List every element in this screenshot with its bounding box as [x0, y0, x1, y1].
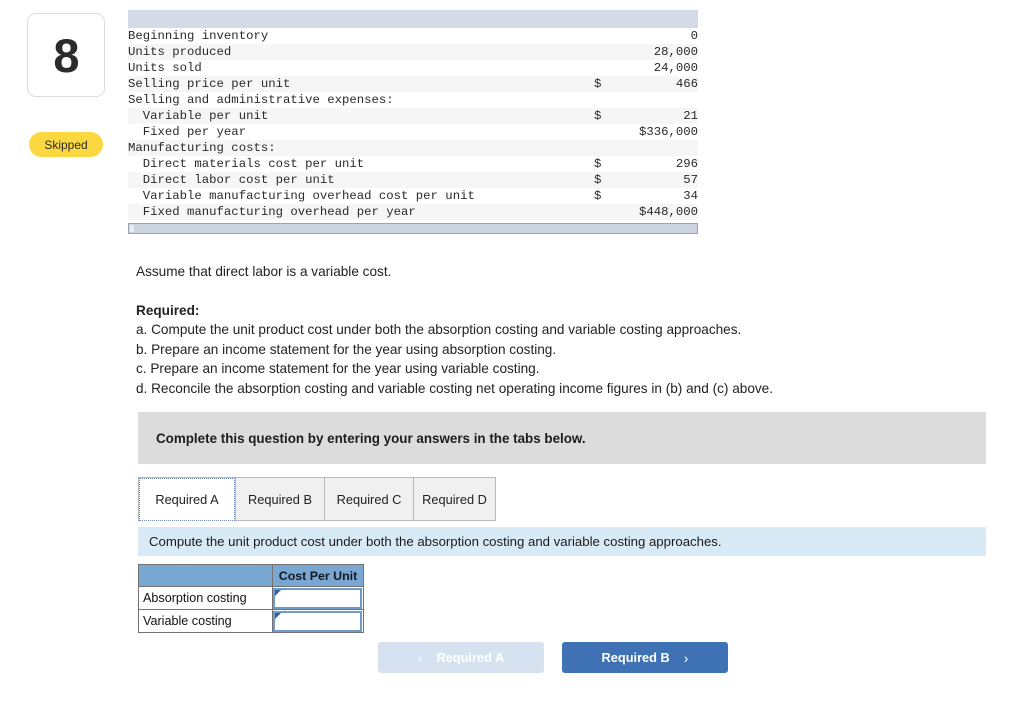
instruction-banner-text: Complete this question by entering your … [156, 430, 586, 446]
problem-prose: Assume that direct labor is a variable c… [136, 262, 936, 398]
data-row-value: $336,000 [638, 125, 698, 139]
tab-instruction-text: Compute the unit product cost under both… [149, 534, 722, 549]
requirement-tabs: Required A Required B Required C Required D [138, 477, 986, 522]
answer-table: Cost Per Unit Absorption costing Variable… [138, 564, 364, 633]
data-row-label: Fixed per year [128, 125, 247, 139]
data-row-label: Fixed manufacturing overhead per year [128, 205, 416, 219]
problem-data-table: Beginning inventory 0 Units produced 28,000… [128, 28, 698, 220]
data-row-label: Direct labor cost per unit [128, 173, 335, 187]
data-row-currency: $ [594, 157, 602, 171]
data-row-currency: $ [594, 173, 602, 187]
tab-label: Required C [336, 491, 402, 507]
data-row-value: 28,000 [653, 45, 698, 59]
tab-label: Required B [247, 491, 313, 507]
data-row-value: 57 [683, 173, 698, 187]
chevron-right-icon: › [683, 649, 689, 666]
data-row-value [632, 92, 698, 108]
answer-table-row: Variable costing [138, 609, 364, 633]
question-number: 8 [53, 28, 79, 82]
required-item-b: b. Prepare an income statement for the y… [136, 341, 557, 357]
tab-required-c[interactable]: Required C [324, 477, 414, 521]
data-row-value: 466 [675, 77, 698, 91]
data-table-row: Variable manufacturing overhead cost per… [128, 188, 698, 204]
data-table-row: Units produced 28,000 [128, 44, 698, 60]
data-table-row: Direct labor cost per unit $57 [128, 172, 698, 188]
data-table-row: Selling price per unit $466 [128, 76, 698, 92]
data-row-currency [594, 28, 632, 44]
data-row-value [632, 140, 698, 156]
tab-instruction-strip: Compute the unit product cost under both… [138, 527, 986, 556]
data-row-currency [594, 60, 632, 76]
data-row-label: Variable manufacturing overhead cost per… [128, 189, 475, 203]
answer-input-cell[interactable] [272, 586, 364, 610]
data-row-label: Beginning inventory [128, 29, 269, 43]
data-row-label: Units produced [128, 45, 232, 59]
prev-requirement-label: Required A [436, 650, 505, 665]
data-row-currency [594, 204, 632, 220]
answer-table-header-row: Cost Per Unit [138, 564, 364, 587]
instruction-banner: Complete this question by entering your … [138, 412, 986, 464]
tab-label: Required A [155, 492, 219, 507]
next-requirement-label: Required B [601, 650, 670, 665]
data-table-row: Variable per unit $21 [128, 108, 698, 124]
answer-table-row: Absorption costing [138, 586, 364, 610]
required-heading: Required: [136, 302, 200, 318]
data-table-header-bar [128, 10, 698, 28]
assumption-text: Assume that direct labor is a variable c… [136, 264, 392, 279]
data-table-row: Fixed per year $336,000 [128, 124, 698, 140]
answer-input-cell[interactable] [272, 609, 364, 633]
status-badge: Skipped [29, 132, 103, 157]
tab-label: Required D [422, 491, 487, 507]
data-row-value: 296 [675, 157, 698, 171]
data-row-label: Manufacturing costs: [128, 141, 276, 155]
required-item-a: a. Compute the unit product cost under b… [136, 322, 742, 337]
data-row-currency: $ [594, 109, 602, 123]
data-row-label: Variable per unit [128, 109, 269, 123]
data-row-label: Selling and administrative expenses: [128, 93, 394, 107]
requirement-navigation: ‹ Required A Required B › [378, 642, 728, 674]
data-row-label: Selling price per unit [128, 77, 291, 91]
data-row-value: $448,000 [638, 205, 698, 219]
problem-data-panel: Beginning inventory 0 Units produced 28,000… [128, 10, 698, 234]
data-row-value: 34 [683, 189, 698, 203]
data-row-currency: $ [594, 189, 602, 203]
answer-header-blank [138, 564, 273, 587]
chevron-left-icon: ‹ [417, 649, 423, 666]
next-requirement-button[interactable]: Required B › [562, 642, 728, 673]
required-item-c: c. Prepare an income statement for the y… [136, 361, 540, 376]
status-badge-label: Skipped [44, 137, 88, 152]
answer-row-label: Absorption costing [138, 586, 273, 610]
data-row-currency [594, 140, 632, 156]
answer-row-label: Variable costing [138, 609, 273, 633]
data-row-currency [594, 92, 632, 108]
required-item-d: d. Reconcile the absorption costing and … [136, 380, 774, 396]
data-table-row: Direct materials cost per unit $296 [128, 156, 698, 172]
tab-required-b[interactable]: Required B [235, 477, 325, 521]
answer-input-absorption-costing[interactable] [273, 587, 362, 609]
data-row-currency [594, 44, 632, 60]
data-table-row: Selling and administrative expenses: [128, 92, 698, 108]
exam-question-page: 8 Skipped Beginning inventory 0 Units prod… [0, 0, 1024, 725]
data-row-value: 21 [683, 109, 698, 123]
tab-required-d[interactable]: Required D [413, 477, 496, 521]
data-table-horizontal-scrollbar[interactable] [128, 223, 698, 234]
question-number-box: 8 [27, 13, 105, 97]
data-row-currency: $ [594, 77, 602, 91]
data-table-row: Fixed manufacturing overhead per year $44… [128, 204, 698, 220]
answer-input-variable-costing[interactable] [273, 610, 362, 632]
question-rail: 8 Skipped [0, 0, 128, 725]
data-row-label: Direct materials cost per unit [128, 157, 365, 171]
data-row-value: 0 [690, 29, 698, 43]
data-row-value: 24,000 [653, 61, 698, 75]
data-table-row: Manufacturing costs: [128, 140, 698, 156]
data-table-row: Units sold 24,000 [128, 60, 698, 76]
tab-required-a[interactable]: Required A [138, 477, 236, 522]
data-row-currency [594, 124, 632, 140]
data-row-label: Units sold [128, 61, 202, 75]
data-table-row: Beginning inventory 0 [128, 28, 698, 44]
answer-header-cost-per-unit: Cost Per Unit [272, 564, 364, 587]
prev-requirement-button[interactable]: ‹ Required A [378, 642, 544, 673]
